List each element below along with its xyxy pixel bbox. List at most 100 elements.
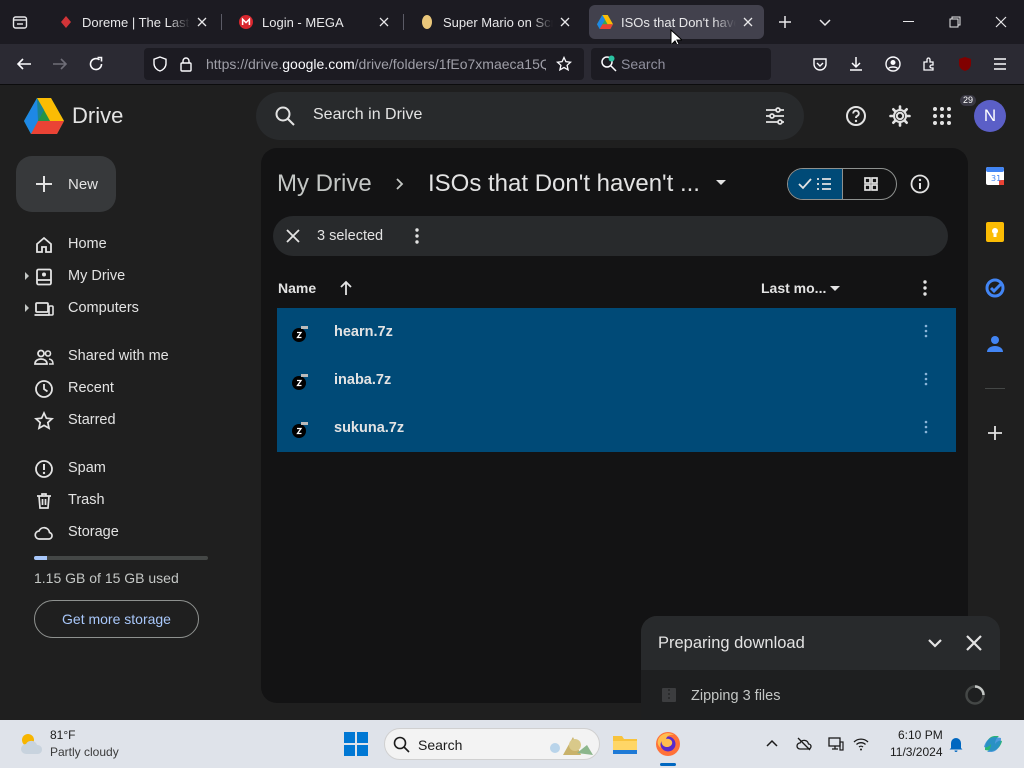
list-view-button[interactable]	[788, 169, 843, 199]
tab-close-icon[interactable]	[740, 14, 756, 30]
weather-description[interactable]: Partly cloudy	[50, 745, 119, 759]
minimize-window-icon[interactable]	[886, 0, 932, 44]
sidebar-item-trash[interactable]: Trash	[0, 484, 240, 516]
column-header-name[interactable]: Name	[278, 280, 316, 296]
tab-doreme[interactable]: Doreme | The Last Unicorn	[50, 5, 218, 39]
sort-ascending-arrow-icon[interactable]	[338, 279, 354, 297]
copilot-icon[interactable]	[981, 732, 1005, 756]
keep-app-icon[interactable]	[983, 220, 1007, 244]
notification-bell-icon[interactable]	[948, 736, 964, 752]
expand-caret-icon[interactable]	[24, 304, 30, 312]
sidebar-item-computers[interactable]: Computers	[0, 292, 240, 324]
folder-menu-caret-icon[interactable]	[713, 178, 729, 188]
browser-search-bar[interactable]: Search	[591, 48, 771, 80]
search-icon[interactable]	[274, 105, 296, 127]
get-addons-plus-icon[interactable]	[983, 421, 1007, 445]
column-options-icon[interactable]	[921, 279, 929, 297]
taskbar-time[interactable]: 6:10 PM	[898, 728, 943, 742]
network-wifi-icon[interactable]	[853, 736, 869, 752]
url-bar[interactable]: https://drive.google.com/drive/folders/1…	[144, 48, 584, 80]
toast-status: Zipping 3 files	[691, 688, 781, 704]
tab-scratch[interactable]: Super Mario on Scratch	[411, 5, 581, 39]
file-explorer-icon[interactable]	[611, 730, 639, 758]
zip-file-icon	[662, 688, 676, 702]
drive-product-name[interactable]: Drive	[72, 103, 123, 129]
tasks-app-icon[interactable]	[983, 276, 1007, 300]
sidebar-item-my-drive[interactable]: My Drive	[0, 260, 240, 292]
onedrive-offline-icon[interactable]	[796, 736, 812, 752]
table-row[interactable]: hearn.7z	[277, 308, 956, 356]
sidebar-item-spam[interactable]: Spam	[0, 452, 240, 484]
tab-title: Doreme | The Last Unicorn	[82, 14, 190, 30]
tab-close-icon[interactable]	[376, 14, 392, 30]
maximize-window-icon[interactable]	[932, 0, 978, 44]
sidebar-item-recent[interactable]: Recent	[0, 372, 240, 404]
close-icon[interactable]	[965, 634, 983, 652]
drive-search-box[interactable]: Search in Drive	[256, 92, 804, 140]
weather-temperature[interactable]: 81°F	[50, 728, 75, 742]
collapse-chevron-icon[interactable]	[926, 634, 944, 652]
drive-search-placeholder: Search in Drive	[313, 106, 423, 123]
bookmark-star-icon[interactable]	[556, 56, 572, 72]
column-dropdown-caret-icon[interactable]	[829, 285, 841, 293]
plus-icon	[36, 176, 52, 192]
forward-arrow-icon[interactable]	[46, 50, 74, 78]
display-projection-icon[interactable]	[828, 736, 844, 752]
loading-spinner-icon	[965, 685, 985, 705]
downloads-icon[interactable]	[842, 50, 870, 78]
tab-overview-icon[interactable]	[8, 10, 32, 34]
new-button[interactable]: New	[16, 156, 116, 212]
sidebar-item-home[interactable]: Home	[0, 228, 240, 260]
settings-gear-icon[interactable]	[884, 100, 916, 132]
row-more-icon[interactable]	[923, 420, 929, 434]
tab-mega[interactable]: Login - MEGA	[230, 5, 400, 39]
close-window-icon[interactable]	[978, 0, 1024, 44]
table-row[interactable]: sukuna.7z	[277, 404, 956, 452]
extensions-puzzle-icon[interactable]	[915, 50, 943, 78]
checkmark-icon	[798, 178, 812, 190]
back-arrow-icon[interactable]	[10, 50, 38, 78]
firefox-icon[interactable]	[654, 730, 682, 758]
breadcrumb-current-folder[interactable]: ISOs that Don't haven't ...	[428, 170, 700, 198]
storage-usage-bar	[34, 556, 208, 560]
lock-icon[interactable]	[178, 56, 194, 72]
taskbar-search-box[interactable]: Search	[384, 728, 600, 760]
column-header-last-modified[interactable]: Last mo...	[761, 280, 826, 296]
ublock-extension-icon[interactable]	[951, 50, 979, 78]
contacts-app-icon[interactable]	[983, 332, 1007, 356]
breadcrumb-chevron-icon	[396, 178, 404, 190]
info-icon[interactable]	[908, 172, 932, 196]
grid-view-button[interactable]	[843, 169, 896, 199]
reload-icon[interactable]	[82, 50, 110, 78]
sidebar-item-storage[interactable]: Storage	[0, 516, 240, 548]
get-more-storage-button[interactable]: Get more storage	[34, 600, 199, 638]
taskbar-date[interactable]: 11/3/2024	[890, 745, 943, 759]
sidebar-item-shared[interactable]: Shared with me	[0, 340, 240, 372]
tab-close-icon[interactable]	[557, 14, 573, 30]
search-filter-icon[interactable]	[764, 105, 786, 127]
row-more-icon[interactable]	[923, 324, 929, 338]
windows-start-icon[interactable]	[344, 732, 368, 756]
calendar-app-icon[interactable]: 31	[983, 164, 1007, 188]
help-icon[interactable]	[840, 100, 872, 132]
clear-selection-icon[interactable]	[285, 228, 301, 244]
account-avatar[interactable]: N	[974, 100, 1006, 132]
shield-icon[interactable]	[152, 56, 168, 72]
table-row[interactable]: inaba.7z	[277, 356, 956, 404]
google-apps-grid-icon[interactable]	[926, 100, 958, 132]
partly-cloudy-weather-icon[interactable]	[18, 730, 46, 756]
tab-close-icon[interactable]	[194, 14, 210, 30]
show-hidden-icons-chevron-icon[interactable]	[764, 736, 780, 752]
more-actions-icon[interactable]	[413, 227, 421, 245]
pocket-icon[interactable]	[806, 50, 834, 78]
expand-caret-icon[interactable]	[24, 272, 30, 280]
row-more-icon[interactable]	[923, 372, 929, 386]
menu-hamburger-icon[interactable]	[986, 50, 1014, 78]
account-icon[interactable]	[879, 50, 907, 78]
breadcrumb-my-drive[interactable]: My Drive	[277, 170, 372, 198]
sidebar-item-starred[interactable]: Starred	[0, 404, 240, 436]
download-progress-toast: Preparing download Zipping 3 files	[641, 616, 1000, 720]
google-drive-logo-icon[interactable]	[24, 98, 64, 134]
list-all-tabs-icon[interactable]	[813, 10, 837, 34]
new-tab-icon[interactable]	[773, 10, 797, 34]
